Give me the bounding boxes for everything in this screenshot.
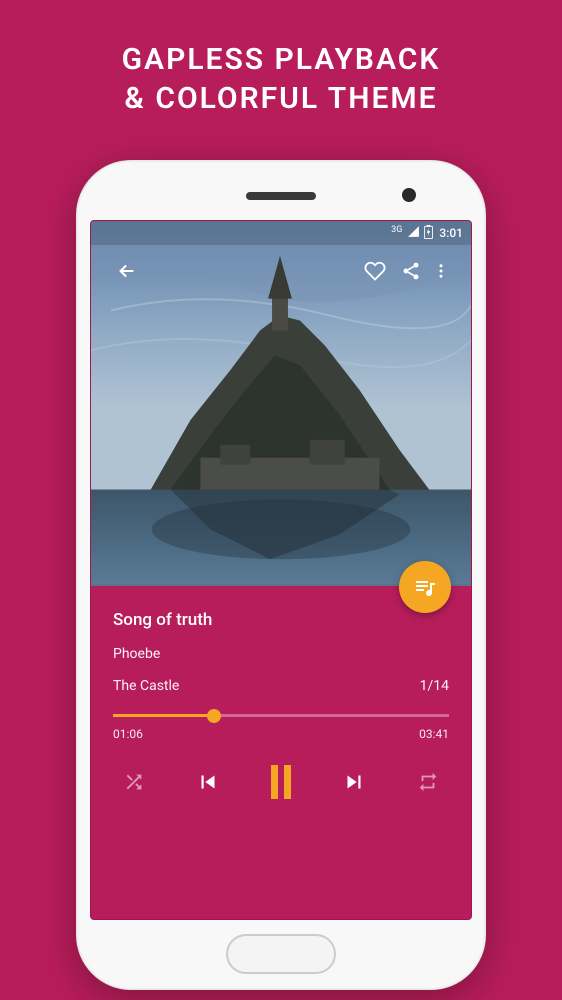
elapsed-time: 01:06 bbox=[113, 727, 143, 741]
song-title: Song of truth bbox=[113, 610, 449, 630]
queue-fab[interactable] bbox=[399, 561, 451, 613]
artist-name: Phoebe bbox=[113, 646, 449, 662]
seek-thumb[interactable] bbox=[207, 709, 221, 723]
album-name: The Castle bbox=[113, 678, 179, 694]
pause-icon bbox=[271, 765, 291, 799]
promo-title: GAPLESS PLAYBACK & COLORFUL THEME bbox=[0, 0, 562, 118]
back-button[interactable] bbox=[109, 253, 145, 289]
signal-icon bbox=[407, 225, 420, 241]
app-screen: 3G 3:01 bbox=[90, 220, 472, 920]
status-bar: 3G 3:01 bbox=[91, 221, 471, 245]
phone-camera bbox=[402, 188, 416, 202]
seek-bar[interactable] bbox=[113, 714, 449, 717]
network-label: 3G bbox=[391, 225, 402, 235]
repeat-button[interactable] bbox=[417, 771, 439, 793]
album-art bbox=[91, 221, 471, 586]
player-panel: Song of truth Phoebe The Castle 1/14 01:… bbox=[91, 586, 471, 919]
duration-time: 03:41 bbox=[419, 727, 449, 741]
previous-button[interactable] bbox=[195, 769, 221, 795]
seek-fill bbox=[113, 714, 214, 717]
more-button[interactable] bbox=[429, 253, 453, 289]
share-button[interactable] bbox=[393, 253, 429, 289]
playback-controls bbox=[113, 765, 449, 799]
battery-icon bbox=[424, 225, 433, 242]
phone-home-button[interactable] bbox=[226, 934, 336, 974]
clock: 3:01 bbox=[439, 226, 463, 240]
phone-frame: 3G 3:01 bbox=[76, 160, 486, 990]
top-actions bbox=[91, 253, 471, 289]
phone-speaker bbox=[246, 192, 316, 200]
shuffle-button[interactable] bbox=[123, 771, 145, 793]
favorite-button[interactable] bbox=[357, 253, 393, 289]
pause-button[interactable] bbox=[271, 765, 291, 799]
track-position: 1/14 bbox=[420, 678, 449, 694]
next-button[interactable] bbox=[341, 769, 367, 795]
